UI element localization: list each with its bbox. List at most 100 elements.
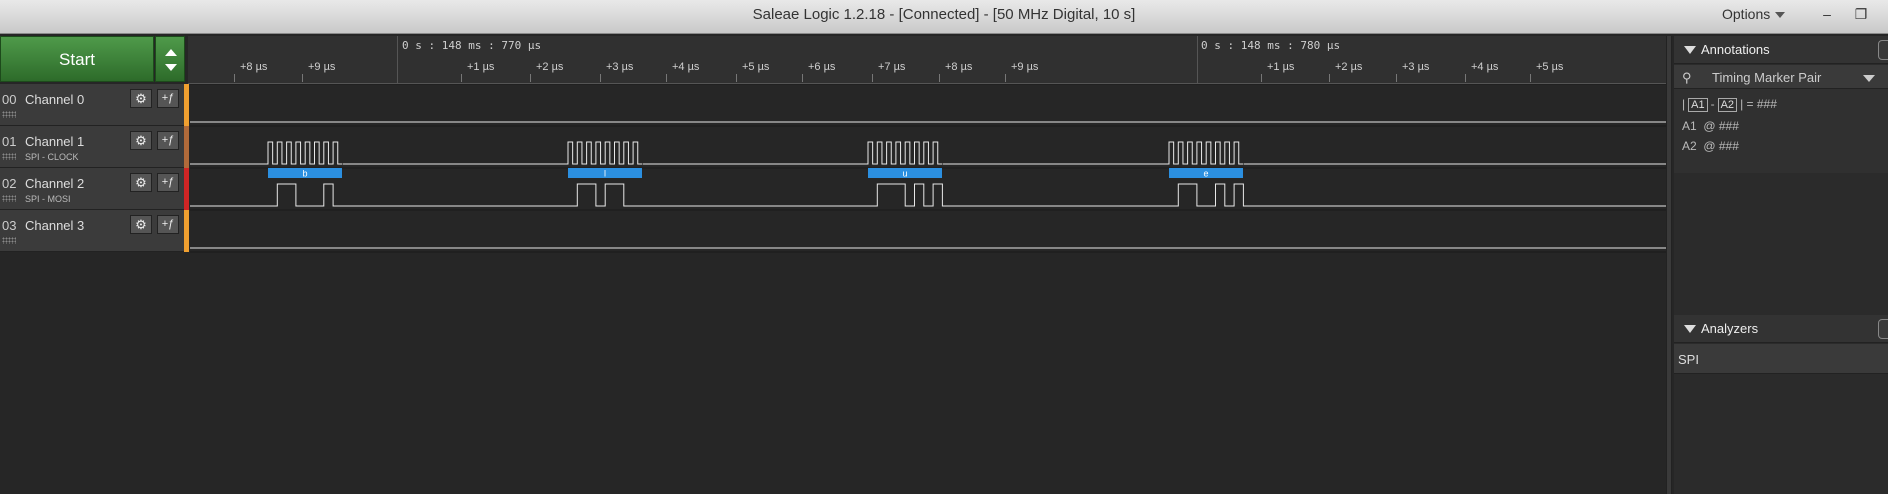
tick-label: +9 µs	[308, 61, 336, 73]
a2-value: @ ###	[1703, 139, 1739, 153]
tick-mark	[461, 74, 462, 82]
channel-number: 00	[2, 92, 17, 107]
gear-icon[interactable]: ⚙	[130, 89, 152, 108]
tick-label: +1 µs	[1267, 61, 1295, 73]
tick-label: +2 µs	[1335, 61, 1363, 73]
channel-number: 01	[2, 134, 17, 149]
tick-mark	[872, 74, 873, 82]
panel-button[interactable]	[1878, 40, 1888, 60]
tick-label: +2 µs	[536, 61, 564, 73]
tick-mark	[736, 74, 737, 82]
tick-label: +5 µs	[1536, 61, 1564, 73]
gear-icon[interactable]: ⚙	[130, 215, 152, 234]
tick-mark	[600, 74, 601, 82]
channel-row-0[interactable]: 00 Channel 0 ⚙ +ƒ	[0, 84, 189, 126]
analyzers-title: Analyzers	[1701, 321, 1759, 336]
channel-name[interactable]: Channel 0	[25, 92, 84, 107]
a1-marker-button[interactable]: A1	[1688, 98, 1708, 112]
marker-pair-selector[interactable]: ⚲ Timing Marker Pair	[1674, 65, 1888, 89]
annotations-header[interactable]: Annotations	[1674, 36, 1888, 64]
tick-mark	[666, 74, 667, 82]
tick-label: +1 µs	[467, 61, 495, 73]
a2-label: A2	[1682, 139, 1697, 153]
drag-handle-icon[interactable]	[2, 153, 16, 160]
tick-label: +3 µs	[606, 61, 634, 73]
tick-label: +8 µs	[945, 61, 973, 73]
channel-row-1[interactable]: 01 Channel 1 SPI - CLOCK ⚙ +ƒ	[0, 126, 189, 168]
gear-icon[interactable]: ⚙	[130, 131, 152, 150]
drag-handle-icon[interactable]	[2, 195, 16, 202]
arrow-up-icon	[165, 49, 177, 56]
right-sidebar: Annotations ⚲ Timing Marker Pair | A1- A2 |…	[1674, 36, 1888, 494]
tick-label: +3 µs	[1402, 61, 1430, 73]
timestamp-label: 0 s : 148 ms : 780 µs	[1201, 39, 1341, 52]
start-button[interactable]: Start	[0, 36, 154, 82]
channel-name[interactable]: Channel 3	[25, 218, 84, 233]
trigger-button[interactable]: +ƒ	[157, 173, 179, 192]
annotations-body: ⚲ Timing Marker Pair | A1- A2 | = ### A1 @ …	[1674, 65, 1888, 173]
a2-readout: A2 @ ###	[1682, 139, 1739, 153]
pane-splitter[interactable]	[1666, 36, 1672, 494]
tick-label: +4 µs	[1471, 61, 1499, 73]
chevron-down-icon	[1775, 12, 1786, 19]
tick-mark	[1329, 74, 1330, 82]
analyzers-header[interactable]: Analyzers	[1674, 315, 1888, 343]
clock-burst	[943, 141, 1244, 165]
mosi-waveform	[190, 183, 1666, 207]
trigger-button[interactable]: +ƒ	[157, 131, 179, 150]
analyzer-name: SPI	[1678, 352, 1699, 367]
drag-handle-icon[interactable]	[2, 237, 16, 244]
tick-label: +5 µs	[742, 61, 770, 73]
channel-row-2[interactable]: 02 Channel 2 SPI - MOSI ⚙ +ƒ	[0, 168, 189, 210]
timestamp-label: 0 s : 148 ms : 770 µs	[402, 39, 542, 52]
delta-readout: | A1- A2 | = ###	[1682, 97, 1777, 112]
trigger-button[interactable]: +ƒ	[157, 89, 179, 108]
collapse-icon	[1684, 325, 1696, 333]
chevron-down-icon[interactable]	[1863, 75, 1875, 82]
tick-mark	[939, 74, 940, 82]
minimize-button[interactable]: –	[1814, 4, 1840, 26]
waveform-area[interactable]: blue	[190, 84, 1666, 254]
channel-color-strip	[184, 126, 189, 168]
a1-readout: A1 @ ###	[1682, 119, 1739, 133]
clock-burst	[343, 141, 643, 165]
tick-mark	[1261, 74, 1262, 82]
tick-mark	[1005, 74, 1006, 82]
tick-mark	[802, 74, 803, 82]
channel-number: 03	[2, 218, 17, 233]
start-button-label: Start	[59, 50, 95, 69]
tick-mark	[530, 74, 531, 82]
channel-analyzer-label: SPI - MOSI	[25, 194, 71, 204]
add-analyzer-button[interactable]	[1878, 319, 1888, 339]
pin-icon: ⚲	[1682, 70, 1692, 85]
a2-marker-button[interactable]: A2	[1717, 98, 1738, 112]
channel-name[interactable]: Channel 2	[25, 176, 84, 191]
arrow-down-icon	[165, 64, 177, 71]
gear-icon[interactable]: ⚙	[130, 173, 152, 192]
channel-row-3[interactable]: 03 Channel 3 ⚙ +ƒ	[0, 210, 189, 252]
channel-name[interactable]: Channel 1	[25, 134, 84, 149]
annotations-title: Annotations	[1701, 42, 1770, 57]
trigger-button[interactable]: +ƒ	[157, 215, 179, 234]
tick-mark	[1530, 74, 1531, 82]
tick-label: +7 µs	[878, 61, 906, 73]
tick-mark	[1396, 74, 1397, 82]
restore-button[interactable]: ❐	[1848, 4, 1874, 26]
options-menu[interactable]: Options	[1722, 6, 1786, 22]
time-ruler[interactable]: 0 s : 148 ms : 770 µs 0 s : 148 ms : 780…	[188, 36, 1666, 84]
start-options-button[interactable]	[155, 36, 185, 82]
drag-handle-icon[interactable]	[2, 111, 16, 118]
analyzer-item[interactable]: SPI	[1674, 344, 1888, 374]
tick-label: +6 µs	[808, 61, 836, 73]
window-title: Saleae Logic 1.2.18 - [Connected] - [50 …	[752, 6, 1136, 23]
collapse-icon	[1684, 46, 1696, 54]
tick-label: +4 µs	[672, 61, 700, 73]
channel-color-strip	[184, 84, 189, 126]
ruler-divider	[1197, 36, 1198, 84]
decoded-byte-label: b	[302, 169, 307, 179]
marker-pair-label[interactable]: Timing Marker Pair	[1712, 70, 1821, 85]
title-bar: Saleae Logic 1.2.18 - [Connected] - [50 …	[0, 0, 1888, 34]
channel-analyzer-label: SPI - CLOCK	[25, 152, 79, 162]
options-label[interactable]: Options	[1722, 6, 1770, 22]
channel-number: 02	[2, 176, 17, 191]
